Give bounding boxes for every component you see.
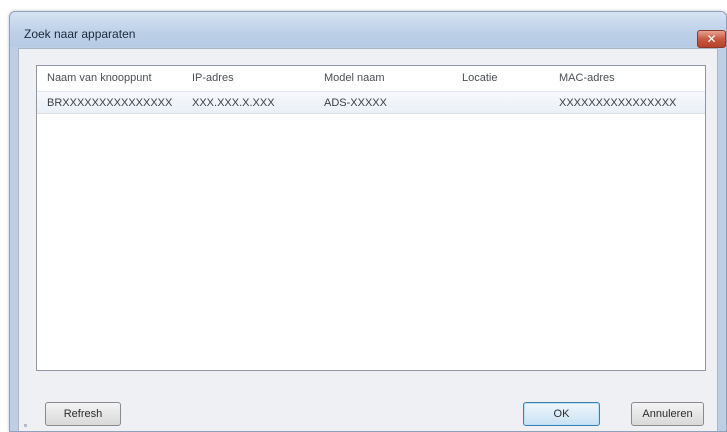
resize-grip[interactable]: [24, 424, 27, 427]
cancel-button[interactable]: Annuleren: [631, 402, 704, 426]
table-row[interactable]: BRXXXXXXXXXXXXXXX XXX.XXX.X.XXX ADS-XXXX…: [37, 91, 705, 114]
cell-location: [462, 92, 552, 113]
close-icon: ✕: [706, 32, 717, 46]
cell-model-name: ADS-XXXXX: [324, 96, 387, 109]
search-devices-dialog: Zoek naar apparaten ✕ Naam van knooppunt…: [9, 11, 727, 432]
dialog-title: Zoek naar apparaten: [24, 27, 136, 41]
column-header-mac-address[interactable]: MAC-adres: [559, 66, 704, 90]
device-list[interactable]: Naam van knooppunt IP-adres Model naam L…: [36, 65, 706, 371]
refresh-button[interactable]: Refresh: [45, 402, 121, 426]
column-header-location[interactable]: Locatie: [462, 66, 552, 90]
column-header-node-name[interactable]: Naam van knooppunt: [47, 66, 187, 90]
column-header-ip-address[interactable]: IP-adres: [192, 66, 317, 90]
ok-button[interactable]: OK: [523, 402, 600, 426]
close-button[interactable]: ✕: [697, 30, 726, 48]
title-bar[interactable]: Zoek naar apparaten ✕: [10, 12, 726, 48]
cell-node-name: BRXXXXXXXXXXXXXXX: [47, 96, 173, 109]
cell-mac-address: XXXXXXXXXXXXXXXX: [559, 96, 677, 109]
dialog-body: Naam van knooppunt IP-adres Model naam L…: [18, 48, 718, 431]
cell-ip-address: XXX.XXX.X.XXX: [192, 96, 275, 109]
column-header-model-name[interactable]: Model naam: [324, 66, 454, 90]
list-header: Naam van knooppunt IP-adres Model naam L…: [37, 66, 705, 90]
